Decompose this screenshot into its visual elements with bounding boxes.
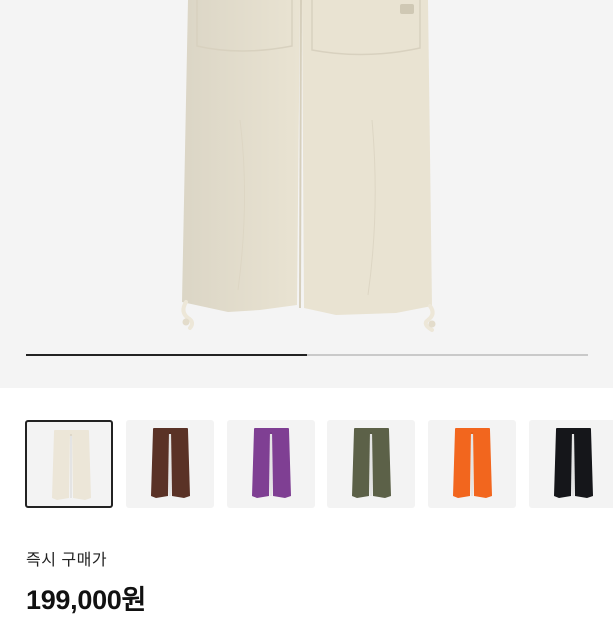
pants-thumbnail-icon xyxy=(151,428,190,498)
color-thumbnail[interactable] xyxy=(25,420,113,508)
color-option-thumbnails xyxy=(0,420,613,510)
gallery-progress-bar xyxy=(26,354,588,356)
price-label: 즉시 구매가 xyxy=(26,552,108,569)
pants-thumbnail-icon xyxy=(252,428,291,498)
color-thumbnail[interactable] xyxy=(126,420,214,508)
color-thumbnail[interactable] xyxy=(529,420,613,508)
color-thumbnail[interactable] xyxy=(227,420,315,508)
color-thumbnail[interactable] xyxy=(428,420,516,508)
pants-thumbnail-icon xyxy=(453,428,492,498)
pants-main-image xyxy=(181,0,436,332)
price-value: 199,000원 xyxy=(26,585,147,615)
pants-thumbnail-icon xyxy=(52,430,91,500)
pants-thumbnail-icon xyxy=(554,428,593,498)
product-image-gallery[interactable] xyxy=(0,0,613,388)
pants-thumbnail-icon xyxy=(352,428,391,498)
color-thumbnail[interactable] xyxy=(327,420,415,508)
gallery-progress-fill xyxy=(26,354,307,356)
